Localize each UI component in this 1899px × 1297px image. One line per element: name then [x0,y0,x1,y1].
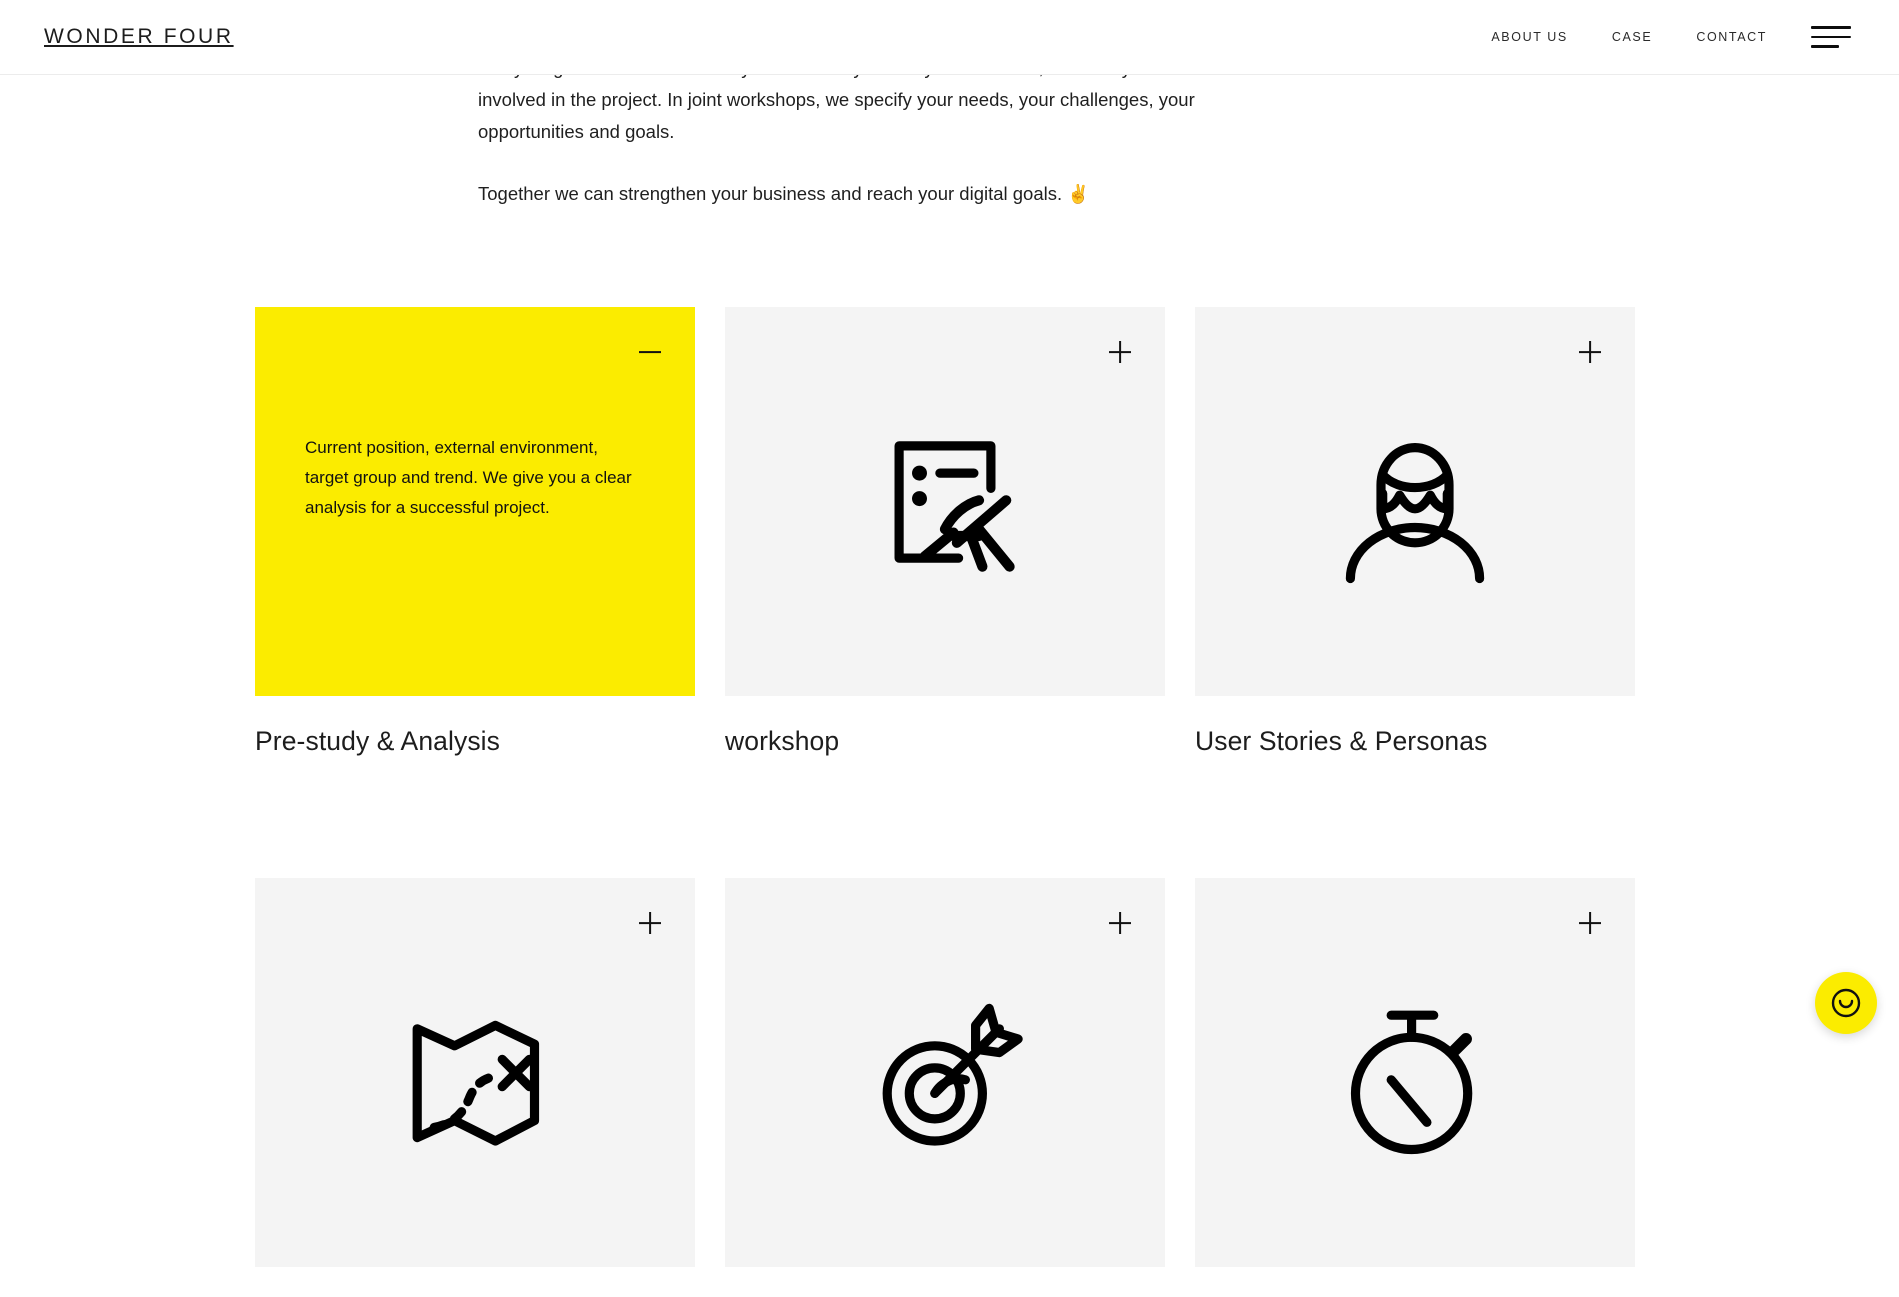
hamburger-line [1811,45,1839,48]
card-strategy-map[interactable] [255,878,695,1297]
card-media [725,307,1165,696]
victory-hand-icon: ✌️ [1067,184,1089,204]
card-title: Pre-study & Analysis [255,726,695,757]
card-pre-study-analysis[interactable]: Current position, external environment, … [255,307,695,757]
nav-item-contact[interactable]: CONTACT [1696,30,1767,44]
plus-icon[interactable] [1107,339,1133,365]
target-dart-icon [860,988,1030,1158]
minus-icon[interactable] [637,339,663,365]
card-user-stories-personas[interactable]: User Stories & Personas [1195,307,1635,757]
card-goals-target[interactable] [725,878,1165,1297]
treasure-map-icon [390,988,560,1158]
card-media [1195,307,1635,696]
stopwatch-icon [1330,988,1500,1158]
person-avatar-icon [1330,417,1500,587]
card-description: Current position, external environment, … [305,433,645,523]
plus-icon[interactable] [1107,910,1133,936]
plus-icon[interactable] [1577,910,1603,936]
intro-paragraph-2: Together we can strengthen your business… [478,178,1268,210]
card-title: User Stories & Personas [1195,726,1635,757]
plus-icon[interactable] [637,910,663,936]
nav-item-case[interactable]: CASE [1612,30,1652,44]
card-time-stopwatch[interactable] [1195,878,1635,1297]
card-media [725,878,1165,1267]
nav-item-about-us[interactable]: ABOUT US [1491,30,1567,44]
main-nav: ABOUT US CASE CONTACT [1491,30,1767,44]
brand-logo[interactable]: WONDER FOUR [44,25,234,49]
hamburger-line [1811,36,1851,39]
hamburger-line [1811,26,1851,29]
card-row [255,878,1635,1297]
card-title: workshop [725,726,1165,757]
card-media [1195,878,1635,1267]
card-workshop[interactable]: workshop [725,307,1165,757]
site-header: WONDER FOUR ABOUT US CASE CONTACT [0,0,1899,75]
intro-paragraph-2-text: Together we can strengthen your business… [478,183,1062,204]
chat-widget-button[interactable] [1815,972,1877,1034]
hamburger-icon[interactable] [1811,23,1855,51]
clipboard-writing-icon [860,417,1030,587]
smiley-face-icon [1829,986,1863,1020]
card-media [255,878,695,1267]
service-cards-grid: Current position, external environment, … [255,307,1635,1297]
card-row: Current position, external environment, … [255,307,1635,757]
intro-text: everything we do. In order to fully unde… [478,52,1268,210]
plus-icon[interactable] [1577,339,1603,365]
card-media: Current position, external environment, … [255,307,695,696]
